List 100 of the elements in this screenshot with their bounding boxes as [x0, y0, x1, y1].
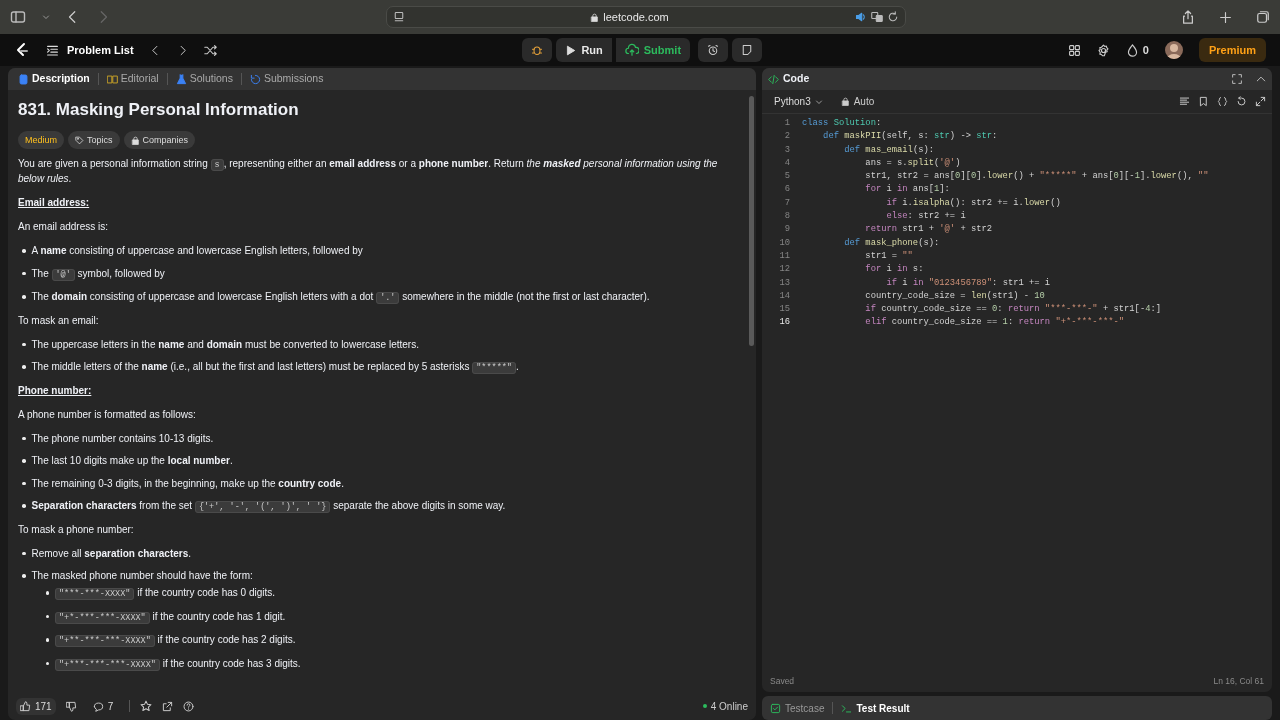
- streak-counter[interactable]: 0: [1125, 41, 1149, 59]
- bullet-icon: [22, 295, 26, 299]
- sidebar-icon[interactable]: [10, 9, 26, 25]
- online-dot-icon: [702, 704, 707, 708]
- line-number: 15: [778, 303, 790, 317]
- line-number: 2: [783, 130, 790, 144]
- premium-button[interactable]: Premium: [1198, 38, 1266, 62]
- help-icon[interactable]: [183, 700, 195, 712]
- line-number: 10: [778, 236, 790, 250]
- caret-icon: [814, 97, 823, 106]
- inline-code: "+***-***-***-XXXX": [55, 658, 160, 671]
- tab[interactable]: Test Result: [839, 700, 912, 716]
- code-icon: [768, 73, 779, 85]
- lock-icon: [840, 97, 850, 106]
- speaker-icon[interactable]: [854, 11, 867, 23]
- code-line: ans = s.split('@'): [864, 156, 961, 170]
- bullet-icon: [45, 638, 49, 642]
- line-number: 1: [783, 117, 790, 130]
- star-icon[interactable]: [140, 700, 153, 712]
- line-number: 5: [783, 170, 790, 184]
- thumbs-down-icon[interactable]: [65, 700, 77, 712]
- list-item-text: The domain consisting of uppercase and lowercase English letters with a dot '.' somewhere in the middle (not the first or last character).: [31, 290, 650, 305]
- avatar[interactable]: [1164, 41, 1183, 59]
- shuffle-icon[interactable]: [203, 43, 217, 57]
- line-number: 13: [778, 276, 790, 290]
- tab[interactable]: Solutions: [171, 71, 237, 87]
- inline-code: '@': [51, 268, 75, 281]
- code-line: str1 = "": [864, 249, 913, 263]
- list-item-text: "+***-***-***-XXXX" if the country code has 3 digits.: [55, 656, 301, 672]
- document-icon: [18, 73, 29, 85]
- expand-icon[interactable]: [1255, 96, 1266, 107]
- tab[interactable]: Submissions: [245, 71, 328, 87]
- external-link-icon[interactable]: [162, 700, 174, 712]
- code-line: elif country_code_size == 1: return "+*-***-***-": [864, 316, 1125, 330]
- tag-icon: [75, 135, 84, 145]
- format-icon[interactable]: [1179, 96, 1190, 107]
- inline-code: "+*-***-***-XXXX": [55, 611, 150, 624]
- translate-icon[interactable]: [870, 11, 883, 23]
- list-item-text: The last 10 digits make up the local number.: [31, 454, 233, 468]
- bullet-icon: [45, 614, 49, 618]
- inline-code: s: [210, 159, 224, 171]
- submit-button[interactable]: Submit: [615, 38, 691, 62]
- paragraph-text: You are given a personal information string s , representing either an email address or a phone number. Return the masked personal information using the below rules.: [18, 157, 719, 186]
- tab[interactable]: Testcase: [768, 700, 827, 716]
- timer-button[interactable]: [698, 38, 729, 62]
- tag-button[interactable]: Topics: [68, 131, 120, 149]
- panel-title: Code: [783, 71, 810, 87]
- bullet-icon: [45, 661, 49, 665]
- comment-icon: [92, 700, 104, 712]
- line-number: 11: [778, 249, 790, 263]
- tab[interactable]: Description: [14, 71, 94, 87]
- code-line: country_code_size = len(str1) - 10: [864, 289, 1045, 303]
- list-icon: [46, 43, 59, 57]
- language-dropdown[interactable]: Python3: [768, 93, 829, 110]
- settings-icon[interactable]: [1096, 43, 1110, 57]
- line-number: 16: [778, 316, 790, 330]
- flask-icon: [175, 73, 187, 85]
- inline-code: "+**-***-***-XXXX": [55, 635, 155, 647]
- reload-icon[interactable]: [886, 11, 899, 23]
- like-button[interactable]: 171: [16, 697, 56, 715]
- debug-button[interactable]: [522, 38, 553, 62]
- braces-icon[interactable]: [1217, 96, 1228, 107]
- address-bar[interactable]: leetcode.com: [385, 6, 906, 28]
- grid-icon[interactable]: [1067, 43, 1081, 57]
- fullscreen-icon[interactable]: [1232, 74, 1242, 84]
- list-item-text: "+**-***-***-XXXX" if the country code has 2 digits.: [55, 633, 296, 648]
- share-icon[interactable]: [1181, 10, 1195, 24]
- comments-button[interactable]: 7: [86, 697, 120, 715]
- code-line: str1, str2 = ans[0][0].lower() + "*****" + ans[0][-1].lower(), "": [864, 170, 1209, 184]
- tab[interactable]: Editorial: [102, 71, 163, 87]
- plus-icon[interactable]: [1219, 10, 1232, 24]
- history-icon: [249, 73, 261, 85]
- bullet-icon: [22, 342, 26, 346]
- scrollbar[interactable]: [749, 96, 754, 346]
- thumbs-up-icon: [20, 700, 31, 712]
- line-number: 8: [783, 210, 790, 224]
- list-item-text: Remove all separation characters.: [31, 546, 192, 561]
- save-status: Saved: [770, 674, 795, 688]
- url-text: leetcode.com: [603, 9, 669, 25]
- run-button[interactable]: Run: [556, 38, 612, 62]
- code-line: if i in "0123456789": str1 += i: [885, 276, 1051, 290]
- bullet-icon: [22, 365, 26, 369]
- cursor-position: Ln 16, Col 61: [1213, 674, 1264, 688]
- notes-button[interactable]: [732, 38, 763, 62]
- book-icon: [106, 73, 118, 85]
- line-number: 4: [783, 156, 790, 170]
- lock-icon: [130, 135, 140, 145]
- bookmark-icon[interactable]: [1198, 96, 1209, 107]
- tabs-icon[interactable]: [1256, 10, 1270, 24]
- tag-button[interactable]: Companies: [123, 131, 196, 149]
- reset-icon[interactable]: [1236, 96, 1247, 107]
- list-item-text: The phone number contains 10-13 digits.: [31, 431, 214, 446]
- problem-list-link[interactable]: Problem List: [46, 41, 134, 59]
- section-heading: Email address:: [18, 196, 91, 210]
- collapse-icon[interactable]: [1256, 74, 1266, 84]
- code-line: return str1 + '@' + str2: [864, 223, 993, 237]
- line-number: 12: [778, 263, 790, 277]
- bullet-icon: [22, 459, 26, 463]
- list-item-text: "***-***-XXXX" if the country code has 0 digits.: [55, 586, 276, 601]
- paragraph-text: A phone number is formatted as follows:: [18, 407, 197, 422]
